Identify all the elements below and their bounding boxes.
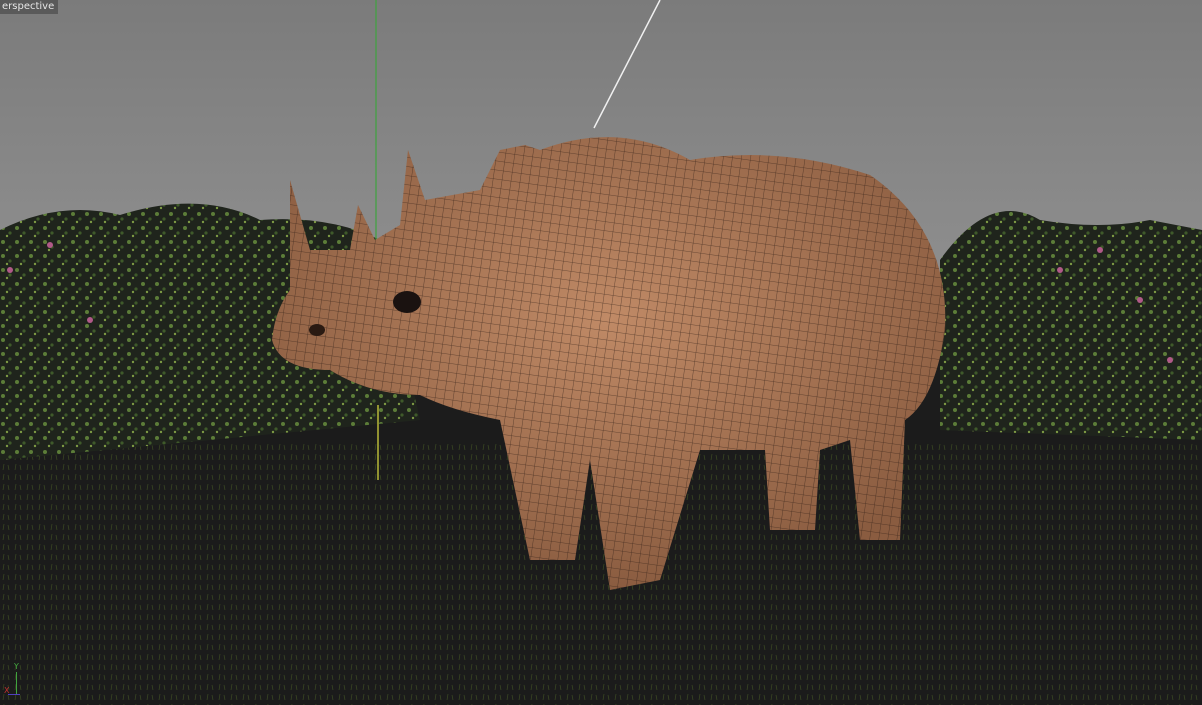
- y-axis-label: Y: [14, 662, 19, 671]
- scene-render: [0, 0, 1202, 705]
- light-direction-line: [593, 0, 661, 129]
- rhino-eye: [393, 291, 421, 313]
- y-axis-icon: [16, 672, 17, 694]
- right-bushes: [940, 211, 1202, 440]
- axis-gizmo: Y X: [4, 662, 28, 698]
- z-axis-icon: [8, 694, 20, 695]
- 3d-viewport[interactable]: erspective Y X: [0, 0, 1202, 705]
- rhino-nostril: [309, 324, 325, 336]
- camera-label[interactable]: erspective: [0, 0, 59, 14]
